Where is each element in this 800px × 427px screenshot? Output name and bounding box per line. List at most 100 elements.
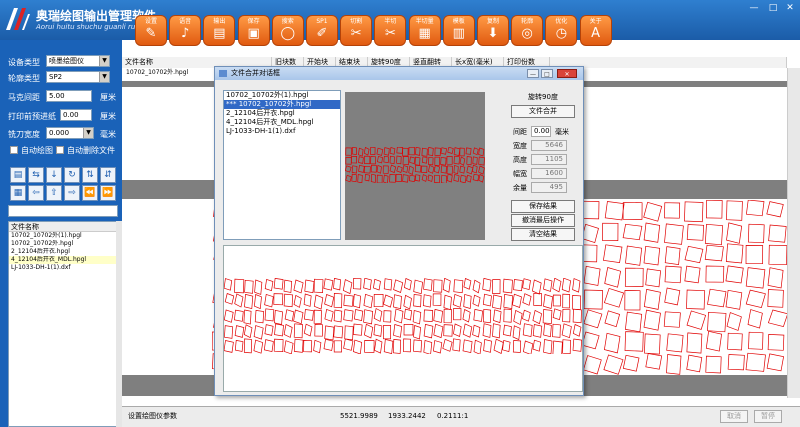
toolbar-button-label: 模板 <box>452 18 465 25</box>
nav-button-1-3[interactable]: ↓ <box>46 167 62 183</box>
pattern-piece <box>413 294 422 308</box>
margin-input[interactable]: 5.00 <box>46 90 92 102</box>
clear-result-button[interactable]: 清空结果 <box>511 228 575 241</box>
pattern-piece <box>472 147 479 156</box>
pattern-piece <box>581 200 600 220</box>
main-vscroll[interactable] <box>787 68 800 398</box>
toolbar-button-1[interactable]: 设置 ✎ <box>135 15 167 46</box>
pattern-piece <box>766 201 784 218</box>
merge-result-canvas <box>223 245 583 392</box>
dialog-file-item[interactable]: LJ-1033-DH-1(1).dxf <box>224 127 340 136</box>
toolbar-button-2[interactable]: 语音 ♪ <box>169 15 202 46</box>
auto-delete-checkbox[interactable] <box>56 146 64 154</box>
pattern-piece <box>463 293 472 309</box>
table-row[interactable]: 10702_10702外.hpgl <box>126 69 188 77</box>
minimize-button[interactable]: — <box>745 2 763 14</box>
pause-button[interactable]: 暂停 <box>754 410 782 423</box>
dialog-file-item[interactable]: *** 10702_10702外.hpgl <box>224 100 340 109</box>
pattern-piece <box>283 293 294 308</box>
toolbar-button-9[interactable]: 半切量 ▦ <box>408 15 441 46</box>
output-type-select[interactable]: SP2 ▼ <box>46 71 110 83</box>
dialog-file-item[interactable]: 4_12104后开衣_MDL.hpgl <box>224 118 340 127</box>
merge-files-button[interactable]: 文件合并 <box>511 105 575 118</box>
pattern-piece <box>433 279 443 293</box>
nav-button-2-4[interactable]: ⇨ <box>64 185 80 201</box>
pattern-piece <box>572 338 582 352</box>
pattern-piece <box>408 174 416 183</box>
pattern-piece <box>303 340 313 353</box>
pattern-piece <box>513 309 523 326</box>
file-list-hscroll[interactable] <box>8 205 118 217</box>
toolbar-button-11[interactable]: 复制 ⬇ <box>477 15 509 46</box>
pattern-piece <box>583 289 603 310</box>
gap-input[interactable]: 0.00 <box>531 126 551 137</box>
toolbar-button-3[interactable]: 输出 ▤ <box>203 15 236 46</box>
search-icon: ◯ <box>280 26 296 41</box>
dialog-file-item[interactable]: 10702_10702外(1).hpgl <box>224 91 340 100</box>
nav-button-1-5[interactable]: ⇅ <box>82 167 98 183</box>
toolbar-button-14[interactable]: 关于 A <box>579 15 612 46</box>
list-item[interactable]: 4_12104后开衣_MDL.hpgl <box>9 256 121 264</box>
pattern-piece <box>478 156 485 166</box>
toolbar-button-7[interactable]: 切割 ✂ <box>340 15 373 46</box>
pattern-piece <box>561 278 571 293</box>
pattern-piece <box>561 323 572 339</box>
toolbar-button-label: 关于 <box>589 18 602 25</box>
nav-button-1-4[interactable]: ↻ <box>64 167 80 183</box>
dialog-close-button[interactable]: ✕ <box>557 69 577 78</box>
pattern-piece <box>357 174 363 183</box>
knife-select[interactable]: 0.000 ▼ <box>46 127 94 139</box>
pattern-piece <box>583 309 603 329</box>
dialog-maximize-button[interactable]: □ <box>541 69 553 78</box>
auto-plot-checkbox[interactable] <box>10 146 18 154</box>
pattern-piece <box>522 309 531 322</box>
nav-button-2-1[interactable]: ▦ <box>10 185 26 201</box>
pattern-piece <box>473 339 482 354</box>
pattern-piece <box>645 353 663 370</box>
pattern-piece <box>358 156 364 164</box>
toolbar-button-10[interactable]: 模板 ▥ <box>442 15 475 46</box>
nav-button-2-5[interactable]: ⏪ <box>82 185 98 201</box>
pattern-piece <box>395 173 402 182</box>
toolbar-button-5[interactable]: 搜索 ◯ <box>271 15 304 46</box>
device-type-select[interactable]: 喷墨绘图仪 ▼ <box>46 55 110 67</box>
toolbar-button-8[interactable]: 半切 ✂ <box>374 15 407 46</box>
pattern-piece <box>383 310 392 323</box>
cancel-button[interactable]: 取消 <box>720 410 748 423</box>
list-item[interactable]: LJ-1033-DH-1(1).dxf <box>9 264 121 272</box>
nav-button-1-2[interactable]: ⇆ <box>28 167 44 183</box>
dialog-minimize-button[interactable]: — <box>527 69 539 78</box>
nav-button-2-2[interactable]: ⇦ <box>28 185 44 201</box>
pattern-piece <box>664 246 681 265</box>
toolbar-button-4[interactable]: 保存 ▣ <box>237 15 270 46</box>
nav-button-1-6[interactable]: ⇵ <box>100 167 116 183</box>
pattern-piece <box>492 323 501 339</box>
list-item[interactable]: 2_12104后开衣.hpgl <box>9 248 121 256</box>
pattern-piece <box>624 331 644 352</box>
close-button[interactable]: ✕ <box>781 2 799 14</box>
pattern-piece <box>663 311 681 328</box>
toolbar-button-6[interactable]: SP1 ✐ <box>306 15 338 46</box>
toolbar-button-label: 语音 <box>179 18 192 25</box>
pattern-piece <box>622 223 643 241</box>
pattern-piece <box>745 352 766 372</box>
pattern-piece <box>704 244 724 262</box>
nav-button-2-3[interactable]: ⇧ <box>46 185 62 201</box>
save-result-button[interactable]: 保存结果 <box>511 200 575 213</box>
toolbar-button-12[interactable]: 轮廓 ◎ <box>511 15 544 46</box>
preseal-input[interactable]: 0.00 <box>60 109 92 121</box>
toolbar-button-13[interactable]: 优化 ◷ <box>545 15 578 46</box>
pattern-piece <box>364 155 371 165</box>
dialog-file-item[interactable]: 2_12104后开衣.hpgl <box>224 109 340 118</box>
undo-last-button[interactable]: 撤消最后操作 <box>511 214 575 227</box>
status-y: 1933.2442 <box>388 412 426 420</box>
list-item[interactable]: 10702_10702外.hpgl <box>9 240 121 248</box>
maximize-button[interactable]: □ <box>764 2 782 14</box>
printer-icon: ▤ <box>213 26 226 41</box>
nav-button-2-6[interactable]: ⏩ <box>100 185 116 201</box>
pattern-piece <box>748 331 764 350</box>
pattern-piece <box>562 308 571 323</box>
nav-button-1-1[interactable]: ▤ <box>10 167 26 183</box>
pattern-piece <box>428 156 434 166</box>
list-item[interactable]: 10702_10702外(1).hpgl <box>9 232 121 240</box>
